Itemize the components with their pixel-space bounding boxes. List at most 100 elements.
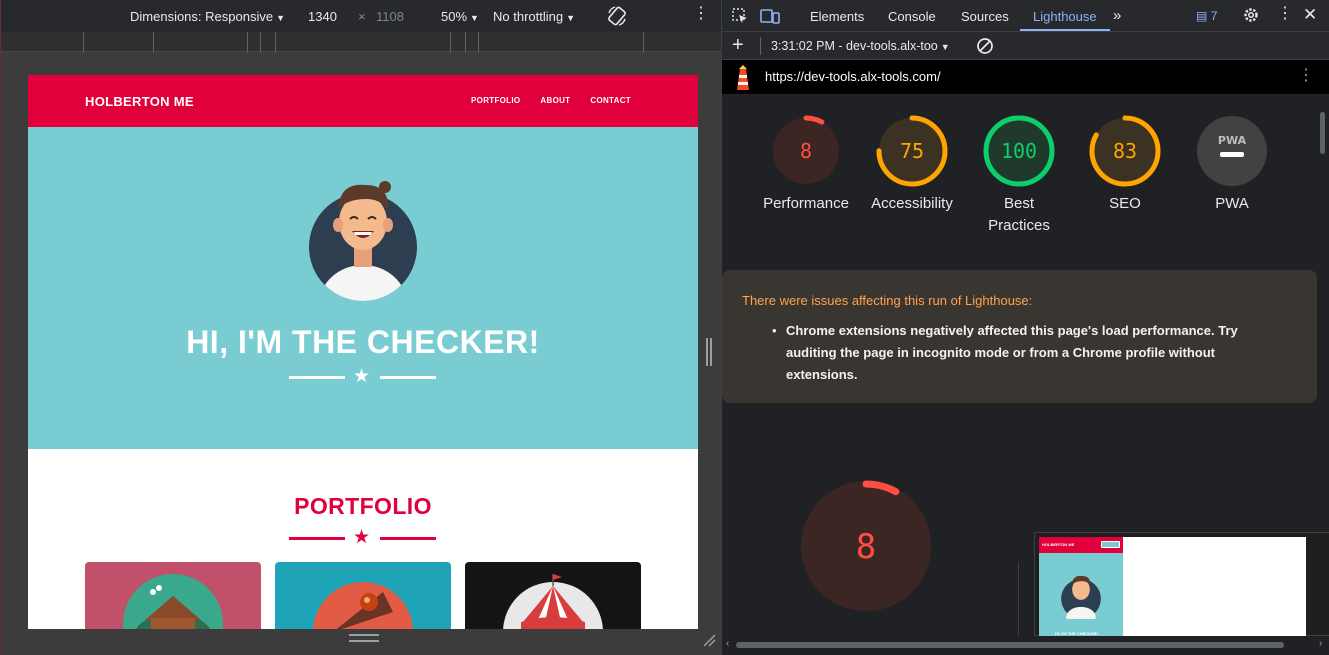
- nav-link-portfolio[interactable]: PORTFOLIO: [471, 96, 520, 105]
- dimensions-select[interactable]: Dimensions: Responsive ▼: [130, 9, 285, 24]
- width-input[interactable]: 1340: [308, 9, 337, 24]
- divider-line: [380, 537, 436, 540]
- kebab-icon[interactable]: ⋮: [1277, 6, 1293, 22]
- divider-line: [289, 537, 345, 540]
- score-gauge-pwa[interactable]: PWA PWA: [1177, 115, 1287, 215]
- runtime-warning-box: There were issues affecting this run of …: [722, 270, 1317, 403]
- report-url-bar: https://dev-tools.alx-tools.com/ ⋮: [722, 60, 1329, 94]
- kebab-icon[interactable]: ⋮: [693, 6, 709, 22]
- zoom-label: 50%: [441, 9, 468, 24]
- divider-line: [289, 376, 345, 379]
- issues-icon: ▤: [1196, 9, 1208, 23]
- tab-sources[interactable]: Sources: [961, 9, 1009, 24]
- gauge-value: 8: [856, 527, 876, 567]
- thumb-brand: HOLBERTON ME: [1042, 542, 1075, 547]
- tab-elements[interactable]: Elements: [810, 9, 864, 24]
- thumb-avatar: [1061, 575, 1101, 619]
- score-gauge-seo[interactable]: 83 SEO: [1070, 115, 1180, 215]
- viewport-bottom-bar: [28, 629, 698, 655]
- score-gauge-best-practices[interactable]: 100 Best Practices: [964, 115, 1074, 237]
- vertical-scroll-thumb[interactable]: [1320, 112, 1325, 154]
- device-toolbar: Dimensions: Responsive ▼ 1340 × 1108 50% ▼…: [1, 0, 722, 32]
- star-icon: ★: [353, 527, 371, 548]
- horizontal-scroll-thumb[interactable]: [736, 642, 1284, 648]
- hero-divider: ★: [28, 367, 698, 387]
- issues-button[interactable]: ▤ 7: [1196, 9, 1217, 23]
- performance-gauge-large: 8: [800, 480, 932, 612]
- cake-image: [313, 582, 413, 630]
- site-navbar: HOLBERTON ME PORTFOLIO ABOUT CONTACT: [28, 75, 698, 127]
- devtools-panel: Elements Console Sources Lighthouse » ▤ …: [721, 0, 1329, 655]
- media-query-ruler: [1, 32, 722, 52]
- active-tab-indicator: [1020, 29, 1110, 31]
- clear-icon[interactable]: [976, 37, 994, 55]
- warning-title: There were issues affecting this run of …: [742, 293, 1033, 308]
- portfolio-heading: PORTFOLIO: [294, 493, 432, 519]
- tab-console[interactable]: Console: [888, 9, 936, 24]
- nav-link-about[interactable]: ABOUT: [540, 96, 570, 105]
- lighthouse-toolbar: + 3:31:02 PM - dev-tools.alx-too ▼: [722, 32, 1329, 60]
- chevron-down-icon: ▼: [276, 13, 285, 23]
- kebab-icon[interactable]: ⋮: [1298, 68, 1314, 84]
- thumb-menu-button: [1101, 541, 1120, 548]
- score-gauge-performance[interactable]: 8 Performance: [751, 115, 861, 215]
- gauge-value: 8: [800, 139, 812, 163]
- chevron-down-icon: ▼: [470, 13, 479, 23]
- device-toggle-icon[interactable]: [760, 7, 780, 25]
- zoom-select[interactable]: 50% ▼: [441, 9, 479, 24]
- resize-handle-bottom[interactable]: [349, 634, 379, 642]
- score-gauge-accessibility[interactable]: 75 Accessibility: [857, 115, 967, 215]
- portfolio-card-circus[interactable]: [465, 562, 641, 630]
- portfolio-card-cake[interactable]: [275, 562, 451, 630]
- resize-corner-icon[interactable]: [702, 633, 716, 647]
- ruler-mark: [260, 32, 261, 52]
- settings-icon[interactable]: [1242, 6, 1260, 24]
- close-icon[interactable]: ✕: [1303, 6, 1317, 23]
- device-emulation-pane: Dimensions: Responsive ▼ 1340 × 1108 50% ▼…: [0, 0, 722, 655]
- ruler-mark: [153, 32, 154, 52]
- times-icon: ×: [358, 9, 366, 24]
- add-icon[interactable]: +: [732, 35, 744, 55]
- hero-section: HI, I'M THE CHECKER! ★: [28, 127, 698, 449]
- portfolio-card-cabin[interactable]: [85, 562, 261, 630]
- height-input[interactable]: 1108: [376, 9, 404, 24]
- hero-title: HI, I'M THE CHECKER!: [186, 324, 540, 360]
- gauge-value: 100: [1001, 139, 1037, 163]
- gauge-label: Accessibility: [871, 195, 953, 212]
- divider-line: [380, 376, 436, 379]
- gauge-ring: 100: [983, 115, 1055, 187]
- scroll-left-icon[interactable]: ‹: [726, 638, 729, 649]
- toolbar-separator: [760, 37, 761, 55]
- devtools-tabbar: Elements Console Sources Lighthouse » ▤ …: [722, 0, 1329, 32]
- final-screenshot: HOLBERTON ME HI, I'M THE CHECKER!: [1039, 537, 1306, 636]
- report-select-label: 3:31:02 PM - dev-tools.alx-too: [771, 39, 938, 53]
- more-tabs-icon[interactable]: »: [1113, 7, 1121, 24]
- ruler-mark: [450, 32, 451, 52]
- rotate-icon[interactable]: [606, 5, 628, 27]
- ruler-mark: [275, 32, 276, 52]
- report-url[interactable]: https://dev-tools.alx-tools.com/: [765, 69, 941, 84]
- report-select[interactable]: 3:31:02 PM - dev-tools.alx-too ▼: [771, 39, 950, 53]
- pwa-badge-icon: PWA: [1197, 116, 1267, 186]
- gauge-ring: 75: [876, 115, 948, 187]
- throttling-select[interactable]: No throttling ▼: [493, 9, 575, 24]
- scroll-right-icon[interactable]: ›: [1319, 638, 1322, 649]
- resize-handle-right[interactable]: [706, 338, 712, 366]
- chevron-down-icon: ▼: [940, 42, 950, 52]
- emulated-page[interactable]: HOLBERTON ME PORTFOLIO ABOUT CONTACT HI,…: [28, 75, 698, 630]
- thumb-hero: HI, I'M THE CHECKER!: [1039, 553, 1123, 636]
- chevron-down-icon: ▼: [566, 13, 576, 23]
- cabin-image: [123, 574, 223, 630]
- site-brand[interactable]: HOLBERTON ME: [85, 94, 194, 109]
- tab-lighthouse[interactable]: Lighthouse: [1033, 9, 1097, 24]
- gauge-ring: 8: [770, 115, 842, 187]
- inspect-icon[interactable]: [731, 7, 749, 25]
- avatar-image: [309, 181, 417, 301]
- star-icon: ★: [353, 366, 371, 387]
- bullet-icon: •: [772, 323, 777, 338]
- nav-link-contact[interactable]: CONTACT: [590, 96, 631, 105]
- circus-image: [503, 574, 603, 630]
- pwa-badge-text: PWA: [1218, 134, 1247, 147]
- warning-item: Chrome extensions negatively affected th…: [786, 323, 1238, 382]
- site-nav-links: PORTFOLIO ABOUT CONTACT: [471, 96, 631, 105]
